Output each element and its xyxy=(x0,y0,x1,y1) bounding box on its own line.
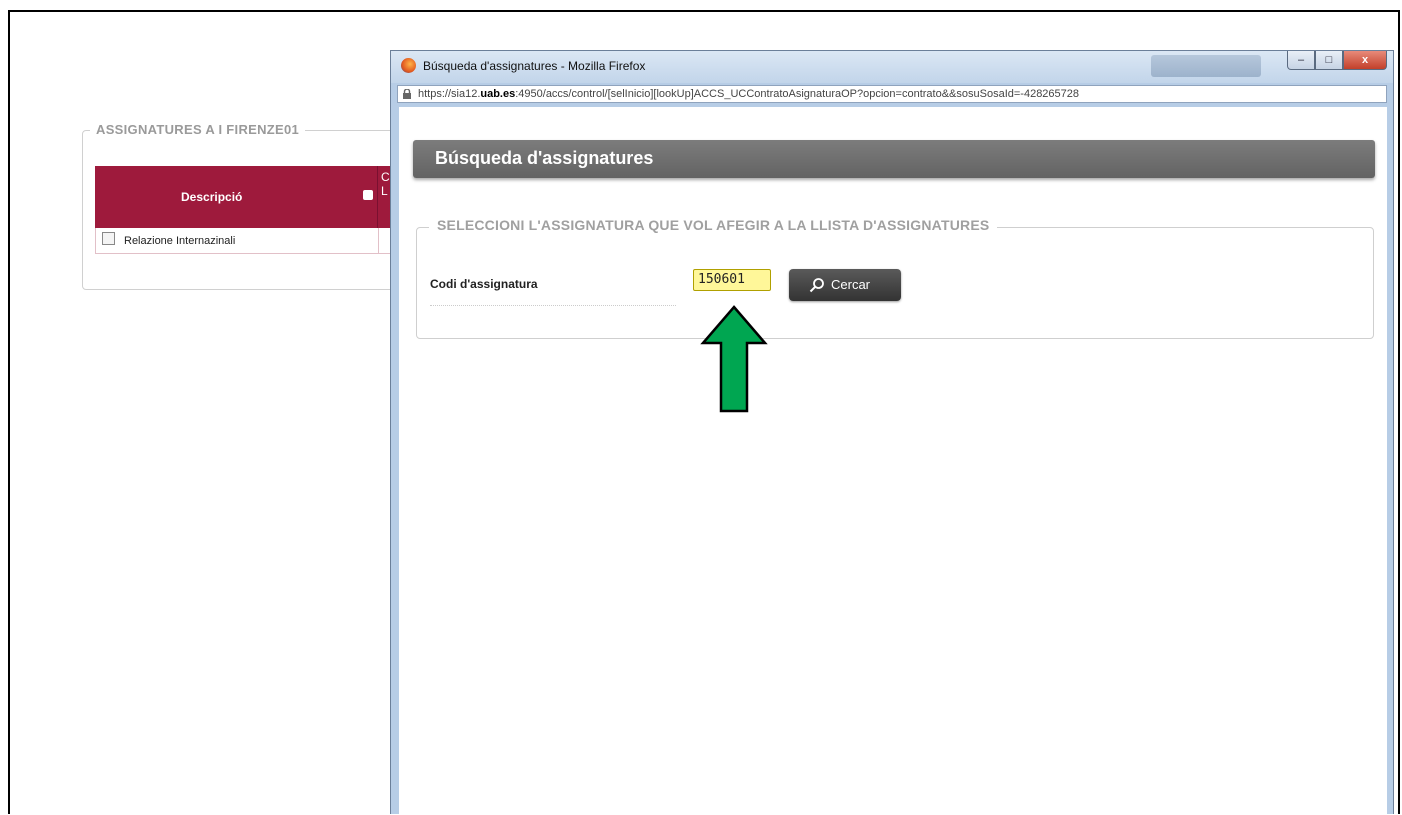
taskbar-ghost-button xyxy=(1151,55,1261,77)
column-header-descripcio[interactable]: Descripció xyxy=(95,166,378,228)
code-input[interactable]: 150601 xyxy=(693,269,771,291)
sort-icon[interactable] xyxy=(363,190,373,200)
close-button[interactable]: x xyxy=(1343,51,1387,70)
window-titlebar[interactable]: Búsqueda d'assignatures - Mozilla Firefo… xyxy=(391,51,1393,83)
field-separator xyxy=(430,305,676,306)
column-header-partial: C L xyxy=(381,170,390,198)
search-button-label: Cercar xyxy=(831,277,871,292)
up-arrow-icon xyxy=(700,305,768,413)
firefox-popup-window: Búsqueda d'assignatures - Mozilla Firefo… xyxy=(390,50,1394,815)
column-header-label: Descripció xyxy=(181,190,243,204)
fieldset-legend: SELECCIONI L'ASSIGNATURA QUE VOL AFEGIR … xyxy=(429,217,998,233)
maximize-button[interactable]: □ xyxy=(1315,51,1343,70)
url-text: https://sia12.uab.es:4950/accs/control/[… xyxy=(418,88,1080,100)
window-controls: – □ x xyxy=(1287,51,1387,71)
assignatures-section-title: ASSIGNATURES A I FIRENZE01 xyxy=(90,122,306,137)
column-divider xyxy=(378,228,379,253)
dialog-title: Búsqueda d'assignatures xyxy=(435,148,654,168)
minimize-button[interactable]: – xyxy=(1287,51,1315,70)
firefox-icon xyxy=(401,58,416,73)
dialog-header: Búsqueda d'assignatures xyxy=(413,140,1375,178)
window-title: Búsqueda d'assignatures - Mozilla Firefo… xyxy=(423,59,646,73)
popup-content: Búsqueda d'assignatures SELECCIONI L'ASS… xyxy=(399,107,1387,815)
lock-icon xyxy=(403,89,411,99)
search-icon xyxy=(809,278,824,293)
url-bar[interactable]: https://sia12.uab.es:4950/accs/control/[… xyxy=(397,85,1387,103)
search-button[interactable]: Cercar xyxy=(789,269,901,301)
row-checkbox[interactable] xyxy=(102,232,115,245)
row-descripcio: Relazione Internazinali xyxy=(124,235,236,247)
code-label: Codi d'assignatura xyxy=(430,277,538,291)
assignatures-table-header: Descripció C L xyxy=(95,166,395,228)
table-row: Relazione Internazinali xyxy=(95,228,395,254)
